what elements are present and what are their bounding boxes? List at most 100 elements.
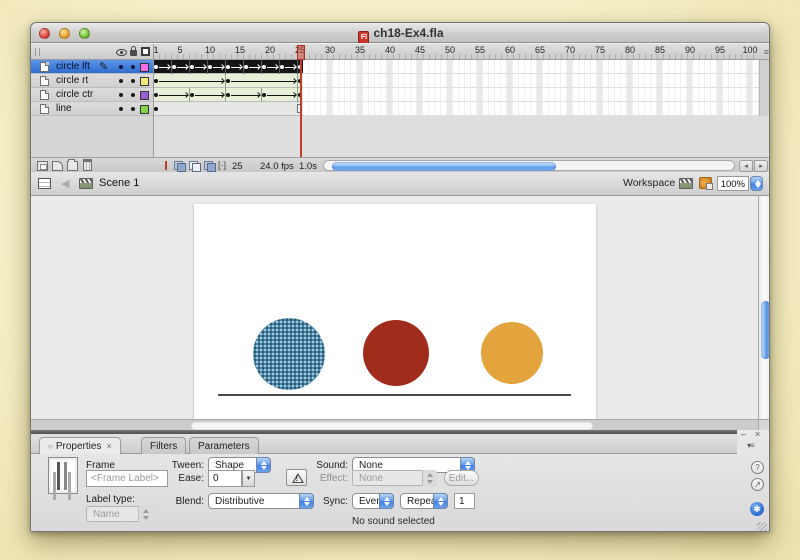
help-icon[interactable]: ? xyxy=(751,461,764,474)
layer-name[interactable]: line xyxy=(56,103,72,114)
sync-dropdown[interactable]: Event xyxy=(352,493,394,509)
timeline-toggle-icon[interactable] xyxy=(38,178,51,189)
panel-minimize-icon[interactable]: – xyxy=(741,429,746,439)
scroll-right-icon[interactable]: ▸ xyxy=(754,160,768,172)
timeline-pane-divider[interactable] xyxy=(153,44,154,157)
visibility-dot[interactable] xyxy=(119,65,123,69)
label-type-dropdown[interactable]: Name xyxy=(86,506,153,522)
visibility-dot[interactable] xyxy=(119,107,123,111)
frame-rate-indicator[interactable]: 24.0 fps xyxy=(260,161,294,172)
layer-label[interactable]: circle rt xyxy=(31,74,153,88)
onion-skin-icon[interactable] xyxy=(174,161,186,171)
edit-scene-icon[interactable] xyxy=(679,178,693,189)
edit-effect-button[interactable]: Edit... xyxy=(444,470,479,486)
zoom-level-input[interactable]: 100% xyxy=(717,176,749,191)
insert-folder-icon[interactable] xyxy=(67,161,78,171)
layer-name[interactable]: circle lft xyxy=(56,61,90,72)
insert-layer-icon[interactable] xyxy=(37,161,48,171)
frame-graphic xyxy=(225,60,226,74)
ease-input[interactable]: 0 xyxy=(208,470,242,487)
onion-skin-outlines-icon[interactable] xyxy=(189,161,201,171)
red-circle-shape[interactable] xyxy=(363,320,429,386)
effect-label: Effect: xyxy=(308,473,348,484)
lock-dot[interactable] xyxy=(131,107,135,111)
tab-parameters[interactable]: Parameters xyxy=(189,437,259,454)
back-arrow-icon[interactable]: ◀ xyxy=(61,177,69,190)
layer-name[interactable]: circle ctr xyxy=(56,89,93,100)
frame-graphic xyxy=(183,64,189,70)
timeline-scroll-thumb[interactable] xyxy=(332,162,556,171)
ground-line-shape[interactable] xyxy=(218,394,571,396)
workspace-button[interactable]: Workspace ▼ xyxy=(623,177,685,189)
layer-row-circle-ctr[interactable]: circle ctr xyxy=(31,88,770,102)
frame-graphic xyxy=(261,60,262,74)
pencil-icon: ✎ xyxy=(99,60,108,73)
outline-color-swatch[interactable] xyxy=(140,63,149,72)
visibility-dot[interactable] xyxy=(119,93,123,97)
effect-value: None xyxy=(359,473,383,484)
modify-onion-markers-icon[interactable]: [·] xyxy=(218,160,226,170)
selected-circle-shape[interactable] xyxy=(253,318,325,390)
frames-strip[interactable] xyxy=(153,74,303,88)
vertical-scroll-thumb[interactable] xyxy=(761,301,770,359)
layer-row-circle-lft[interactable]: circle lft ✎ xyxy=(31,60,770,74)
blend-value: Distributive xyxy=(215,496,264,507)
keyframe-dot xyxy=(172,65,176,69)
tab-label: Parameters xyxy=(198,441,250,452)
panel-resize-grip[interactable] xyxy=(757,522,767,531)
frame-label-input[interactable]: <Frame Label> xyxy=(86,470,168,487)
panel-close-icon[interactable]: × xyxy=(755,429,760,439)
visibility-dot[interactable] xyxy=(119,79,123,83)
lock-dot[interactable] xyxy=(131,65,135,69)
outline-color-swatch[interactable] xyxy=(140,105,149,114)
repeat-dropdown[interactable]: Repeat xyxy=(400,493,448,509)
keyframe-dot xyxy=(154,79,158,83)
edit-symbols-icon[interactable] xyxy=(699,177,712,189)
delete-layer-icon[interactable] xyxy=(83,161,92,171)
playhead-marker[interactable] xyxy=(297,45,305,60)
frames-strip[interactable] xyxy=(153,102,303,116)
add-motion-guide-icon[interactable] xyxy=(52,161,63,171)
flash-document-icon: Fl xyxy=(358,31,369,44)
layer-row-circle-rt[interactable]: circle rt xyxy=(31,74,770,88)
title-bar[interactable]: Flch18-Ex4.fla xyxy=(31,23,770,43)
edit-multiple-frames-icon[interactable] xyxy=(204,161,216,171)
lock-dot[interactable] xyxy=(131,79,135,83)
stage-horizontal-scrollbar[interactable] xyxy=(31,419,770,430)
outline-color-swatch[interactable] xyxy=(140,77,149,86)
lock-dot[interactable] xyxy=(131,93,135,97)
reference-icon[interactable]: ✱ xyxy=(750,502,764,516)
stage-vertical-scrollbar[interactable] xyxy=(758,196,770,419)
blend-dropdown[interactable]: Distributive xyxy=(208,493,314,509)
tab-close-icon[interactable]: × xyxy=(106,441,111,451)
tab-filters[interactable]: Filters xyxy=(141,437,186,454)
layer-label[interactable]: circle ctr xyxy=(31,88,153,102)
frames-strip[interactable] xyxy=(153,60,303,74)
tween-warning-button[interactable]: ! xyxy=(286,469,307,486)
layer-row-line[interactable]: line xyxy=(31,102,770,116)
loop-count-input[interactable]: 1 xyxy=(454,493,475,509)
ease-slider-button[interactable]: ▼ xyxy=(242,470,255,487)
zoom-stepper[interactable] xyxy=(750,176,763,191)
horizontal-scroll-thumb[interactable] xyxy=(191,422,593,430)
layer-label[interactable]: line xyxy=(31,102,153,116)
timeline-menu-icon[interactable]: ≡ xyxy=(764,47,769,57)
stage[interactable] xyxy=(194,204,596,424)
frames-strip[interactable] xyxy=(153,88,303,102)
pasteboard[interactable] xyxy=(31,196,770,430)
frame-graphic xyxy=(201,64,207,70)
playhead-line[interactable] xyxy=(300,60,302,157)
panel-menu-icon[interactable]: ▾≡ xyxy=(747,441,754,450)
component-inspector-icon[interactable]: ↗ xyxy=(751,478,764,491)
keyframe-dot xyxy=(208,65,212,69)
effect-dropdown[interactable]: None xyxy=(352,470,437,486)
timeline-scrollbar[interactable] xyxy=(323,160,735,171)
orange-circle-shape[interactable] xyxy=(481,322,543,384)
scene-name[interactable]: Scene 1 xyxy=(99,177,139,189)
layer-name[interactable]: circle rt xyxy=(56,75,88,86)
tab-properties[interactable]: ○Properties× xyxy=(39,437,121,454)
layer-label[interactable]: circle lft ✎ xyxy=(31,60,153,74)
outline-color-swatch[interactable] xyxy=(140,91,149,100)
scroll-left-icon[interactable]: ◂ xyxy=(739,160,753,172)
center-frame-icon[interactable] xyxy=(165,161,167,170)
